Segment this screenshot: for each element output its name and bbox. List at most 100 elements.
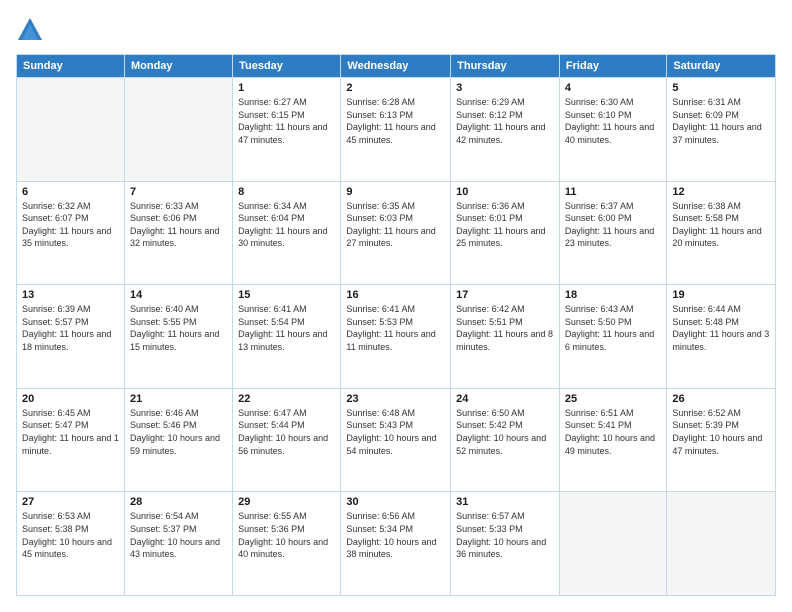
day-number: 27 xyxy=(22,496,119,508)
day-detail: Sunrise: 6:39 AM Sunset: 5:57 PM Dayligh… xyxy=(22,303,119,353)
calendar-cell: 24 Sunrise: 6:50 AM Sunset: 5:42 PM Dayli… xyxy=(451,388,560,492)
calendar-cell: 12 Sunrise: 6:38 AM Sunset: 5:58 PM Dayli… xyxy=(667,181,776,285)
page: SundayMondayTuesdayWednesdayThursdayFrid… xyxy=(0,0,792,612)
day-detail: Sunrise: 6:57 AM Sunset: 5:33 PM Dayligh… xyxy=(456,510,554,560)
calendar-cell: 17 Sunrise: 6:42 AM Sunset: 5:51 PM Dayli… xyxy=(451,285,560,389)
day-number: 24 xyxy=(456,393,554,405)
calendar-cell: 8Sunrise: 6:34 AM Sunset: 6:04 PM Daylig… xyxy=(233,181,341,285)
day-detail: Sunrise: 6:44 AM Sunset: 5:48 PM Dayligh… xyxy=(672,303,770,353)
logo-icon xyxy=(16,16,44,44)
day-number: 7 xyxy=(130,186,227,198)
day-detail: Sunrise: 6:38 AM Sunset: 5:58 PM Dayligh… xyxy=(672,200,770,250)
calendar-cell: 22 Sunrise: 6:47 AM Sunset: 5:44 PM Dayli… xyxy=(233,388,341,492)
calendar-cell: 25Sunrise: 6:51 AM Sunset: 5:41 PM Dayli… xyxy=(559,388,666,492)
day-number: 31 xyxy=(456,496,554,508)
day-number: 22 xyxy=(238,393,335,405)
calendar-cell: 20Sunrise: 6:45 AM Sunset: 5:47 PM Dayli… xyxy=(17,388,125,492)
calendar-cell xyxy=(124,78,232,182)
day-number: 29 xyxy=(238,496,335,508)
day-number: 2 xyxy=(346,82,445,94)
day-number: 28 xyxy=(130,496,227,508)
day-number: 23 xyxy=(346,393,445,405)
week-row-4: 27 Sunrise: 6:53 AM Sunset: 5:38 PM Dayli… xyxy=(17,492,776,596)
week-row-3: 20Sunrise: 6:45 AM Sunset: 5:47 PM Dayli… xyxy=(17,388,776,492)
day-number: 9 xyxy=(346,186,445,198)
calendar-cell: 27 Sunrise: 6:53 AM Sunset: 5:38 PM Dayli… xyxy=(17,492,125,596)
day-detail: Sunrise: 6:31 AM Sunset: 6:09 PM Dayligh… xyxy=(672,96,770,146)
calendar-cell: 19 Sunrise: 6:44 AM Sunset: 5:48 PM Dayli… xyxy=(667,285,776,389)
day-number: 10 xyxy=(456,186,554,198)
day-detail: Sunrise: 6:27 AM Sunset: 6:15 PM Dayligh… xyxy=(238,96,335,146)
calendar-cell: 10 Sunrise: 6:36 AM Sunset: 6:01 PM Dayli… xyxy=(451,181,560,285)
day-number: 14 xyxy=(130,289,227,301)
weekday-header-tuesday: Tuesday xyxy=(233,55,341,78)
calendar-cell xyxy=(559,492,666,596)
calendar-cell: 31 Sunrise: 6:57 AM Sunset: 5:33 PM Dayli… xyxy=(451,492,560,596)
day-detail: Sunrise: 6:56 AM Sunset: 5:34 PM Dayligh… xyxy=(346,510,445,560)
weekday-header-row: SundayMondayTuesdayWednesdayThursdayFrid… xyxy=(17,55,776,78)
calendar-cell: 2 Sunrise: 6:28 AM Sunset: 6:13 PM Daylig… xyxy=(341,78,451,182)
day-detail: Sunrise: 6:29 AM Sunset: 6:12 PM Dayligh… xyxy=(456,96,554,146)
week-row-1: 6Sunrise: 6:32 AM Sunset: 6:07 PM Daylig… xyxy=(17,181,776,285)
calendar-cell: 1 Sunrise: 6:27 AM Sunset: 6:15 PM Daylig… xyxy=(233,78,341,182)
weekday-header-wednesday: Wednesday xyxy=(341,55,451,78)
calendar-cell: 4 Sunrise: 6:30 AM Sunset: 6:10 PM Daylig… xyxy=(559,78,666,182)
day-number: 4 xyxy=(565,82,661,94)
day-detail: Sunrise: 6:34 AM Sunset: 6:04 PM Dayligh… xyxy=(238,200,335,250)
weekday-header-saturday: Saturday xyxy=(667,55,776,78)
day-number: 11 xyxy=(565,186,661,198)
day-detail: Sunrise: 6:48 AM Sunset: 5:43 PM Dayligh… xyxy=(346,407,445,457)
day-number: 19 xyxy=(672,289,770,301)
week-row-2: 13 Sunrise: 6:39 AM Sunset: 5:57 PM Dayli… xyxy=(17,285,776,389)
day-number: 13 xyxy=(22,289,119,301)
calendar-cell: 5 Sunrise: 6:31 AM Sunset: 6:09 PM Daylig… xyxy=(667,78,776,182)
calendar-cell: 15 Sunrise: 6:41 AM Sunset: 5:54 PM Dayli… xyxy=(233,285,341,389)
day-detail: Sunrise: 6:43 AM Sunset: 5:50 PM Dayligh… xyxy=(565,303,661,353)
calendar-cell: 18Sunrise: 6:43 AM Sunset: 5:50 PM Dayli… xyxy=(559,285,666,389)
calendar-cell: 7 Sunrise: 6:33 AM Sunset: 6:06 PM Daylig… xyxy=(124,181,232,285)
day-detail: Sunrise: 6:54 AM Sunset: 5:37 PM Dayligh… xyxy=(130,510,227,560)
day-number: 26 xyxy=(672,393,770,405)
day-detail: Sunrise: 6:47 AM Sunset: 5:44 PM Dayligh… xyxy=(238,407,335,457)
day-number: 17 xyxy=(456,289,554,301)
day-number: 21 xyxy=(130,393,227,405)
day-detail: Sunrise: 6:41 AM Sunset: 5:53 PM Dayligh… xyxy=(346,303,445,353)
calendar-cell: 6Sunrise: 6:32 AM Sunset: 6:07 PM Daylig… xyxy=(17,181,125,285)
day-detail: Sunrise: 6:41 AM Sunset: 5:54 PM Dayligh… xyxy=(238,303,335,353)
weekday-header-monday: Monday xyxy=(124,55,232,78)
calendar-cell: 26 Sunrise: 6:52 AM Sunset: 5:39 PM Dayli… xyxy=(667,388,776,492)
calendar-cell: 30 Sunrise: 6:56 AM Sunset: 5:34 PM Dayli… xyxy=(341,492,451,596)
day-number: 15 xyxy=(238,289,335,301)
day-detail: Sunrise: 6:50 AM Sunset: 5:42 PM Dayligh… xyxy=(456,407,554,457)
calendar-cell: 9Sunrise: 6:35 AM Sunset: 6:03 PM Daylig… xyxy=(341,181,451,285)
day-detail: Sunrise: 6:36 AM Sunset: 6:01 PM Dayligh… xyxy=(456,200,554,250)
day-number: 16 xyxy=(346,289,445,301)
calendar-cell: 16 Sunrise: 6:41 AM Sunset: 5:53 PM Dayli… xyxy=(341,285,451,389)
day-number: 12 xyxy=(672,186,770,198)
day-detail: Sunrise: 6:53 AM Sunset: 5:38 PM Dayligh… xyxy=(22,510,119,560)
day-detail: Sunrise: 6:42 AM Sunset: 5:51 PM Dayligh… xyxy=(456,303,554,353)
header xyxy=(16,16,776,44)
day-detail: Sunrise: 6:51 AM Sunset: 5:41 PM Dayligh… xyxy=(565,407,661,457)
calendar: SundayMondayTuesdayWednesdayThursdayFrid… xyxy=(16,54,776,596)
calendar-cell: 28 Sunrise: 6:54 AM Sunset: 5:37 PM Dayli… xyxy=(124,492,232,596)
calendar-cell: 11 Sunrise: 6:37 AM Sunset: 6:00 PM Dayli… xyxy=(559,181,666,285)
day-detail: Sunrise: 6:30 AM Sunset: 6:10 PM Dayligh… xyxy=(565,96,661,146)
calendar-cell: 14 Sunrise: 6:40 AM Sunset: 5:55 PM Dayli… xyxy=(124,285,232,389)
day-detail: Sunrise: 6:37 AM Sunset: 6:00 PM Dayligh… xyxy=(565,200,661,250)
day-detail: Sunrise: 6:40 AM Sunset: 5:55 PM Dayligh… xyxy=(130,303,227,353)
calendar-cell xyxy=(17,78,125,182)
calendar-cell: 3 Sunrise: 6:29 AM Sunset: 6:12 PM Daylig… xyxy=(451,78,560,182)
day-number: 30 xyxy=(346,496,445,508)
day-number: 1 xyxy=(238,82,335,94)
day-number: 3 xyxy=(456,82,554,94)
day-number: 5 xyxy=(672,82,770,94)
day-detail: Sunrise: 6:28 AM Sunset: 6:13 PM Dayligh… xyxy=(346,96,445,146)
calendar-cell: 23 Sunrise: 6:48 AM Sunset: 5:43 PM Dayli… xyxy=(341,388,451,492)
weekday-header-sunday: Sunday xyxy=(17,55,125,78)
week-row-0: 1 Sunrise: 6:27 AM Sunset: 6:15 PM Daylig… xyxy=(17,78,776,182)
calendar-cell xyxy=(667,492,776,596)
day-detail: Sunrise: 6:33 AM Sunset: 6:06 PM Dayligh… xyxy=(130,200,227,250)
day-detail: Sunrise: 6:52 AM Sunset: 5:39 PM Dayligh… xyxy=(672,407,770,457)
weekday-header-friday: Friday xyxy=(559,55,666,78)
